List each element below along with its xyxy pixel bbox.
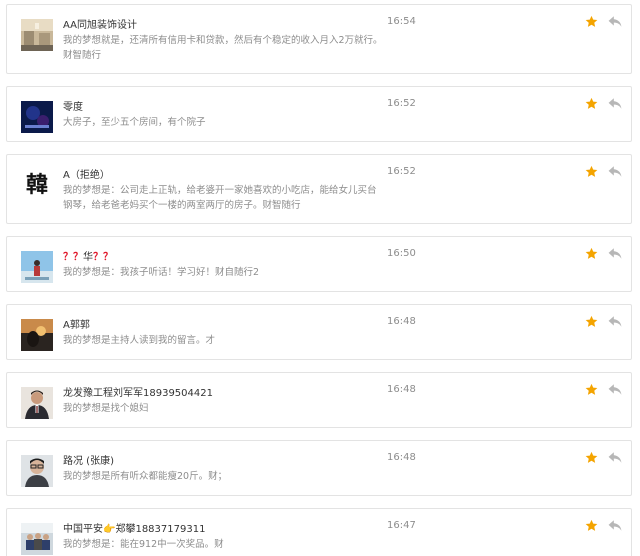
star-icon[interactable] [585, 247, 598, 260]
reply-icon[interactable] [608, 247, 622, 260]
timestamp: 16:48 [387, 384, 416, 395]
message-card: A郭郭 我的梦想是主持人读到我的留言。才 16:48 [6, 304, 632, 360]
timestamp: 16:52 [387, 166, 416, 177]
sender-name: AA同旭装饰设计 [63, 20, 137, 31]
name-mid: 华 [83, 252, 93, 263]
avatar[interactable] [21, 19, 53, 51]
avatar[interactable] [21, 523, 53, 555]
message-card: 路况 (张康) 我的梦想是所有听众都能瘦20斤。财； 16:48 [6, 440, 632, 496]
name-prefix: ？？ [63, 252, 83, 263]
timestamp: 16:50 [387, 248, 416, 259]
avatar[interactable] [21, 319, 53, 351]
star-icon[interactable] [585, 315, 598, 328]
sender-name: ？？华？？ [63, 248, 113, 263]
avatar[interactable] [21, 101, 53, 133]
sender-name: 路况 (张康) [63, 456, 114, 467]
timestamp: 16:48 [387, 316, 416, 327]
reply-icon[interactable] [608, 519, 622, 532]
message-card: 中国平安👉郑攀18837179311 我的梦想是：能在912中一次奖品。财 16… [6, 508, 632, 556]
message-text: 我的梦想是：公司走上正轨，给老婆开一家她喜欢的小吃店，能给女儿买台钢琴，给老爸老… [63, 185, 377, 211]
message-text: 我的梦想是：我孩子听话！学习好！财自随行2 [63, 267, 260, 278]
sender-name: 龙发豫工程刘军军18939504421 [63, 388, 213, 399]
message-card: ？？华？？ 我的梦想是：我孩子听话！学习好！财自随行2 16:50 [6, 236, 632, 292]
name-suffix: ？？ [93, 252, 113, 263]
avatar[interactable] [21, 251, 53, 283]
name-prefix: 中国平安 [63, 524, 103, 535]
message-text: 我的梦想是主持人读到我的留言。才 [63, 335, 216, 346]
sender-name: 中国平安👉郑攀18837179311 [63, 520, 205, 535]
message-text: 我的梦想是：能在912中一次奖品。财 [63, 539, 224, 550]
star-icon[interactable] [585, 451, 598, 464]
avatar[interactable] [21, 387, 53, 419]
timestamp: 16:52 [387, 98, 416, 109]
star-icon[interactable] [585, 15, 598, 28]
star-icon[interactable] [585, 519, 598, 532]
avatar[interactable] [21, 455, 53, 487]
reply-icon[interactable] [608, 383, 622, 396]
sender-name: A郭郭 [63, 320, 90, 331]
reply-icon[interactable] [608, 451, 622, 464]
timestamp: 16:48 [387, 452, 416, 463]
reply-icon[interactable] [608, 15, 622, 28]
message-text: 我的梦想就是，还清所有信用卡和贷款，然后有个稳定的收入月入2万就行。财智随行 [63, 35, 383, 61]
star-icon[interactable] [585, 97, 598, 110]
timestamp: 16:54 [387, 16, 416, 27]
message-text: 我的梦想是找个媳妇 [63, 403, 149, 414]
star-icon[interactable] [585, 165, 598, 178]
message-card: AA同旭装饰设计 我的梦想就是，还清所有信用卡和贷款，然后有个稳定的收入月入2万… [6, 4, 632, 74]
star-icon[interactable] [585, 383, 598, 396]
pointing-hand-emoji: 👉 [103, 524, 116, 535]
message-card: 龙发豫工程刘军军18939504421 我的梦想是找个媳妇 16:48 [6, 372, 632, 428]
message-card: 韓 A（拒绝） 我的梦想是：公司走上正轨，给老婆开一家她喜欢的小吃店，能给女儿买… [6, 154, 632, 224]
message-text: 我的梦想是所有听众都能瘦20斤。财； [63, 471, 228, 482]
reply-icon[interactable] [608, 97, 622, 110]
message-text: 大房子，至少五个房间，有个院子 [63, 117, 206, 128]
reply-icon[interactable] [608, 165, 622, 178]
sender-name: 零度 [63, 102, 83, 113]
reply-icon[interactable] [608, 315, 622, 328]
avatar[interactable]: 韓 [21, 169, 53, 201]
message-list: AA同旭装饰设计 我的梦想就是，还清所有信用卡和贷款，然后有个稳定的收入月入2万… [0, 0, 640, 556]
timestamp: 16:47 [387, 520, 416, 531]
name-suffix: 郑攀18837179311 [115, 524, 206, 535]
sender-name: A（拒绝） [63, 170, 110, 181]
message-card: 零度 大房子，至少五个房间，有个院子 16:52 [6, 86, 632, 142]
